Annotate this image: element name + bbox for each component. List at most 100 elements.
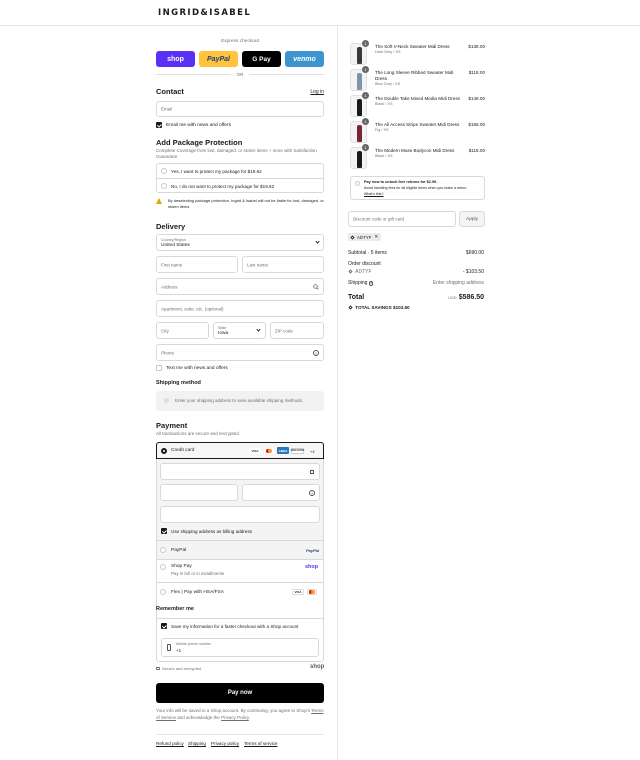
privacy-link[interactable]: Privacy Policy bbox=[221, 715, 249, 720]
apply-button[interactable]: Apply bbox=[459, 211, 485, 227]
shop-pay-radio[interactable] bbox=[160, 564, 166, 570]
disclaimer-text: Your info will be saved to a Shop accoun… bbox=[156, 708, 311, 713]
address-placeholder: Address bbox=[161, 284, 178, 289]
paypal-label[interactable]: PayPal bbox=[171, 548, 186, 553]
mastercard-icon bbox=[264, 447, 274, 454]
text-news-label: Text me with news and offers bbox=[166, 365, 228, 371]
returns-link[interactable]: What's this? bbox=[364, 192, 383, 196]
paypal-radio[interactable] bbox=[160, 547, 166, 553]
product-image bbox=[357, 73, 362, 90]
shop-pay-label[interactable]: Shop Pay bbox=[171, 564, 192, 569]
footer-shipping-link[interactable]: Shipping bbox=[188, 741, 206, 746]
shop-pay-sublabel: Pay in full or in installments bbox=[171, 571, 225, 576]
product-name: The All Access Stripe Sweater Midi Dress bbox=[375, 122, 460, 127]
product-image bbox=[357, 125, 362, 142]
security-code-field[interactable]: ? bbox=[242, 484, 320, 501]
subtotal-value: $690.00 bbox=[465, 250, 484, 256]
disclaimer-and: and acknowledge the bbox=[177, 714, 220, 720]
mobile-phone-field[interactable]: Mobile phone number +1 bbox=[161, 638, 319, 657]
returns-text: Avoid handling fees for all eligible ite… bbox=[364, 186, 468, 190]
brand-logo[interactable]: INGRID&ISABEL bbox=[158, 8, 251, 18]
remove-discount-icon[interactable]: ✕ bbox=[374, 234, 378, 240]
product-name: The Long Sleeve Ribbed Sweater Midi Dres… bbox=[375, 70, 454, 81]
text-news-checkbox[interactable] bbox=[156, 365, 162, 371]
card-number-field[interactable] bbox=[160, 463, 320, 480]
discount-code-label: ADTYF bbox=[355, 269, 372, 275]
footer-refund-link[interactable]: Refund policy bbox=[156, 741, 184, 746]
protection-no-label[interactable]: No, I do not want to protect my package … bbox=[171, 184, 274, 189]
country-select[interactable]: Country/Region United States bbox=[156, 234, 324, 251]
help-icon[interactable]: ? bbox=[313, 350, 319, 356]
credit-card-radio[interactable] bbox=[161, 447, 167, 454]
cart-item: 1 The Soft V-Neck Sweater Midi Dress Dark … bbox=[350, 40, 485, 65]
product-price: $138.00 bbox=[468, 44, 485, 49]
state-value: Iowa bbox=[218, 331, 229, 336]
total-value-group: USD $586.50 bbox=[448, 294, 484, 301]
expiry-field[interactable] bbox=[160, 484, 238, 501]
apartment-field[interactable]: Apartment, suite, etc. (optional) bbox=[156, 300, 324, 317]
address-field[interactable]: Address bbox=[156, 278, 324, 295]
last-name-placeholder: Last name bbox=[247, 262, 269, 267]
phone-field[interactable]: Phone ? bbox=[156, 344, 324, 361]
footer-privacy-link[interactable]: Privacy policy bbox=[211, 741, 239, 746]
quantity-badge: 1 bbox=[362, 144, 369, 151]
shipping-label: Shipping bbox=[348, 280, 368, 286]
discount-code-row: ADTYF - $103.50 bbox=[348, 269, 484, 275]
product-variant: Fig / XS bbox=[375, 128, 389, 132]
billing-address-checkbox[interactable] bbox=[161, 528, 167, 534]
flex-radio[interactable] bbox=[160, 589, 166, 595]
shop-pay-button[interactable]: shop bbox=[156, 51, 195, 67]
state-select[interactable]: State Iowa bbox=[213, 322, 266, 339]
zip-field[interactable]: ZIP code bbox=[270, 322, 324, 339]
info-icon bbox=[164, 397, 169, 403]
mobile-value: +1 bbox=[176, 648, 182, 653]
protection-no-radio[interactable] bbox=[161, 183, 167, 189]
remember-me-title: Remember me bbox=[156, 606, 194, 612]
email-news-checkbox[interactable] bbox=[156, 122, 162, 128]
credit-card-label: Credit card bbox=[171, 448, 195, 453]
discount-field[interactable]: Discount code or gift card bbox=[348, 211, 456, 227]
product-variant: Black / XS bbox=[375, 154, 393, 158]
last-name-field[interactable]: Last name bbox=[242, 256, 324, 273]
billing-address-label: Use shipping address as billing address bbox=[171, 528, 252, 534]
login-link[interactable]: Log in bbox=[310, 89, 324, 95]
apartment-placeholder: Apartment, suite, etc. (optional) bbox=[161, 306, 224, 311]
footer-terms-link[interactable]: Terms of service bbox=[244, 741, 277, 746]
product-thumbnail: 1 bbox=[350, 40, 369, 65]
protection-yes-label[interactable]: Yes, I want to protect my package for $1… bbox=[171, 169, 262, 174]
venmo-button[interactable]: venmo bbox=[285, 51, 324, 67]
name-on-card-field[interactable] bbox=[160, 506, 320, 523]
city-field[interactable]: City bbox=[156, 322, 209, 339]
google-pay-button[interactable]: G Pay bbox=[242, 51, 281, 67]
product-variant: Dark Grey / XS bbox=[375, 50, 401, 54]
email-field[interactable]: Email bbox=[156, 101, 324, 117]
discount-tag: ADTYF ✕ bbox=[348, 233, 382, 241]
product-name: The Soft V-Neck Sweater Midi Dress bbox=[375, 44, 450, 49]
payment-divider bbox=[156, 540, 324, 541]
more-cards-label: +4 bbox=[310, 448, 315, 454]
paypal-button[interactable]: PayPal bbox=[199, 51, 238, 67]
flex-label[interactable]: Flex | Pay with HSA/FSA bbox=[171, 590, 224, 595]
protection-yes-radio[interactable] bbox=[161, 168, 167, 174]
pay-now-button[interactable]: Pay now bbox=[156, 683, 324, 703]
discover-icon: DISCOVER bbox=[290, 447, 305, 454]
credit-card-option[interactable]: Credit card VISA AMEX DISCOVER +4 bbox=[156, 442, 324, 459]
phone-icon bbox=[167, 644, 171, 651]
first-name-field[interactable]: First name bbox=[156, 256, 238, 273]
help-icon[interactable]: ? bbox=[309, 490, 315, 496]
help-icon[interactable]: ? bbox=[368, 281, 374, 286]
payment-title: Payment bbox=[156, 421, 188, 430]
product-image bbox=[357, 151, 362, 168]
product-thumbnail: 1 bbox=[350, 92, 369, 117]
subtotal-label: Subtotal · 5 items bbox=[348, 250, 387, 256]
product-thumbnail: 1 bbox=[350, 118, 369, 143]
cart-item: 1 The Double Take Mixed Media Midi Dress B… bbox=[350, 92, 485, 117]
quantity-badge: 1 bbox=[362, 92, 369, 99]
or-label: OR bbox=[236, 71, 244, 77]
subtotal-row: Subtotal · 5 items $690.00 bbox=[348, 250, 484, 256]
order-summary: 1 The Soft V-Neck Sweater Midi Dress Dark … bbox=[338, 26, 640, 760]
product-thumbnail: 1 bbox=[350, 66, 369, 91]
returns-box: Pay now to unlock free returns for $2.99… bbox=[350, 176, 485, 200]
returns-radio[interactable] bbox=[355, 181, 360, 186]
save-info-checkbox[interactable] bbox=[161, 623, 167, 629]
